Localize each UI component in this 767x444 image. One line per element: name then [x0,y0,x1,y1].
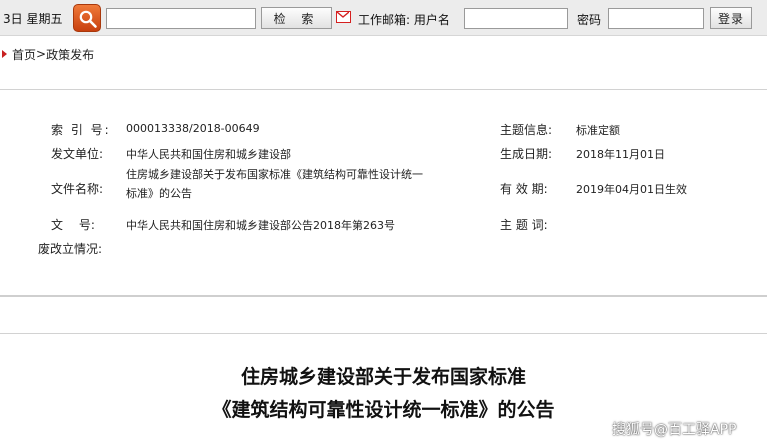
password-label: 密码 [577,13,602,27]
date-display: 3日 星期五 [3,12,63,26]
breadcrumb: 首页 > 政策发布 [0,44,94,64]
issuer-label: 发文单位: [51,147,104,161]
mail-icon [336,11,351,23]
created-date-label: 生成日期: [500,147,553,161]
divider [0,333,767,334]
article-title-line2: 《建筑结构可靠性设计统一标准》的公告 [212,399,555,421]
index-number-label: 索 引 号: [51,123,111,137]
index-number-value: 000013338/2018-00649 [126,122,260,135]
watermark: 搜狐号@百工驿APP [612,422,737,438]
document-name-label: 文件名称: [51,182,104,196]
login-button[interactable]: 登录 [710,7,752,29]
username-input[interactable] [464,8,568,29]
amendment-status-label: 废改立情况: [38,242,103,256]
document-number-value: 中华人民共和国住房和城乡建设部公告2018年第263号 [126,219,395,232]
issuer-value: 中华人民共和国住房和城乡建设部 [126,148,291,161]
search-icon-button[interactable] [73,4,101,32]
validity-label: 有 效 期: [500,182,548,196]
password-input[interactable] [608,8,704,29]
topic-label: 主题信息: [500,123,553,137]
search-button[interactable]: 检 索 [261,7,332,29]
validity-value: 2019年04月01日生效 [576,183,687,196]
divider [0,295,767,297]
keywords-label: 主 题 词: [500,218,548,232]
divider [0,89,767,90]
work-mail-label: 工作邮箱: 用户名 [358,13,450,27]
breadcrumb-arrow-icon [2,50,7,58]
search-input[interactable] [106,8,256,29]
topic-value: 标准定额 [576,124,620,137]
article-title-line1: 住房城乡建设部关于发布国家标准 [240,366,526,388]
magnifier-icon [79,10,97,28]
top-toolbar: 3日 星期五 检 索 工作邮箱: 用户名 密码 登录 [0,0,767,36]
document-number-label: 文 号: [51,218,95,232]
created-date-value: 2018年11月01日 [576,148,665,161]
breadcrumb-current[interactable]: 政策发布 [46,46,94,63]
breadcrumb-home-link[interactable]: 首页 [12,46,36,63]
breadcrumb-separator: > [36,47,47,61]
document-name-value: 住房城乡建设部关于发布国家标准《建筑结构可靠性设计统一标准》的公告 [126,168,423,200]
